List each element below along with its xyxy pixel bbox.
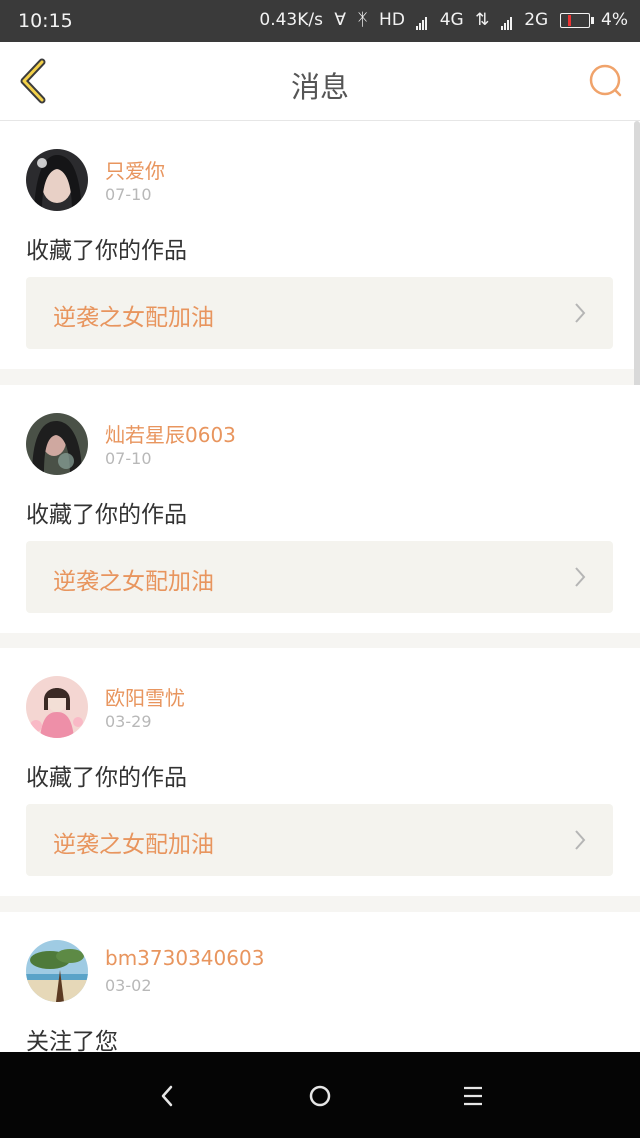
menu-icon — [464, 1086, 482, 1106]
back-triangle-icon — [161, 1085, 173, 1107]
user-avatar-image — [26, 149, 88, 211]
user-avatar-image — [26, 940, 88, 1002]
signal-icon-2 — [500, 10, 513, 30]
message-text: 收藏了你的作品 — [26, 238, 187, 264]
user-name[interactable]: 只爱你 — [105, 155, 165, 184]
search-button[interactable] — [586, 62, 626, 102]
hd-label: HD — [379, 10, 405, 30]
network-4g: 4G — [439, 10, 464, 30]
data-arrows-icon: ⇅ — [475, 10, 490, 30]
message-card: 只爱你 07-10 收藏了你的作品 逆袭之女配加油 — [0, 121, 640, 429]
system-back-button[interactable] — [147, 1078, 187, 1114]
chevron-right-icon — [575, 303, 586, 323]
network-2g: 2G — [524, 10, 549, 30]
work-link[interactable]: 逆袭之女配加油 — [26, 277, 613, 349]
user-avatar-image — [26, 413, 88, 475]
user-name[interactable]: 欧阳雪忧 — [105, 682, 185, 711]
page-title: 消息 — [290, 70, 349, 104]
system-home-button[interactable] — [300, 1078, 340, 1114]
work-title: 逆袭之女配加油 — [53, 305, 214, 331]
avatar[interactable] — [26, 149, 88, 211]
message-text: 收藏了你的作品 — [26, 765, 187, 791]
avatar[interactable] — [26, 676, 88, 738]
search-icon — [589, 64, 622, 97]
message-card: 灿若星辰0603 07-10 收藏了你的作品 逆袭之女配加油 — [0, 385, 640, 633]
message-date: 07-10 — [105, 185, 152, 204]
battery-icon — [559, 12, 594, 28]
bluetooth-icon: ᛡ — [357, 10, 368, 30]
work-title: 逆袭之女配加油 — [53, 832, 214, 858]
signal-icon-1 — [416, 10, 428, 30]
message-card: bm3730340603 03-02 关注了您 — [0, 912, 640, 1052]
system-menu-button[interactable] — [453, 1078, 493, 1114]
home-circle-icon — [309, 1085, 331, 1107]
work-link[interactable]: 逆袭之女配加油 — [26, 804, 613, 876]
message-list[interactable]: 只爱你 07-10 收藏了你的作品 逆袭之女配加油 灿若星辰0603 07-10… — [0, 121, 640, 1052]
avatar[interactable] — [26, 940, 88, 1002]
message-text: 关注了您 — [26, 1029, 118, 1052]
chevron-right-icon — [575, 830, 586, 850]
system-nav-bar — [0, 1052, 640, 1138]
message-date: 03-29 — [105, 712, 152, 731]
scrollbar[interactable] — [634, 121, 640, 429]
net-speed: 0.43K/s — [259, 10, 323, 30]
status-icons: 0.43K/s Ɐ ᛡ HD 4G ⇅ 2G 4% — [253, 10, 628, 30]
message-text: 收藏了你的作品 — [26, 502, 187, 528]
chevron-right-icon — [575, 567, 586, 587]
work-link[interactable]: 逆袭之女配加油 — [26, 541, 613, 613]
location-icon: Ɐ — [334, 10, 347, 30]
avatar[interactable] — [26, 413, 88, 475]
user-name[interactable]: 灿若星辰0603 — [105, 419, 236, 448]
status-bar: 10:15 0.43K/s Ɐ ᛡ HD 4G ⇅ 2G 4% — [0, 0, 640, 42]
message-date: 03-02 — [105, 976, 152, 995]
message-card: 欧阳雪忧 03-29 收藏了你的作品 逆袭之女配加油 — [0, 648, 640, 896]
message-date: 07-10 — [105, 449, 152, 468]
status-time: 10:15 — [18, 10, 73, 32]
user-avatar-image — [26, 676, 88, 738]
battery-percent: 4% — [601, 10, 628, 30]
work-title: 逆袭之女配加油 — [53, 569, 214, 595]
user-name[interactable]: bm3730340603 — [105, 946, 264, 970]
header-bar: 消息 — [0, 42, 640, 121]
